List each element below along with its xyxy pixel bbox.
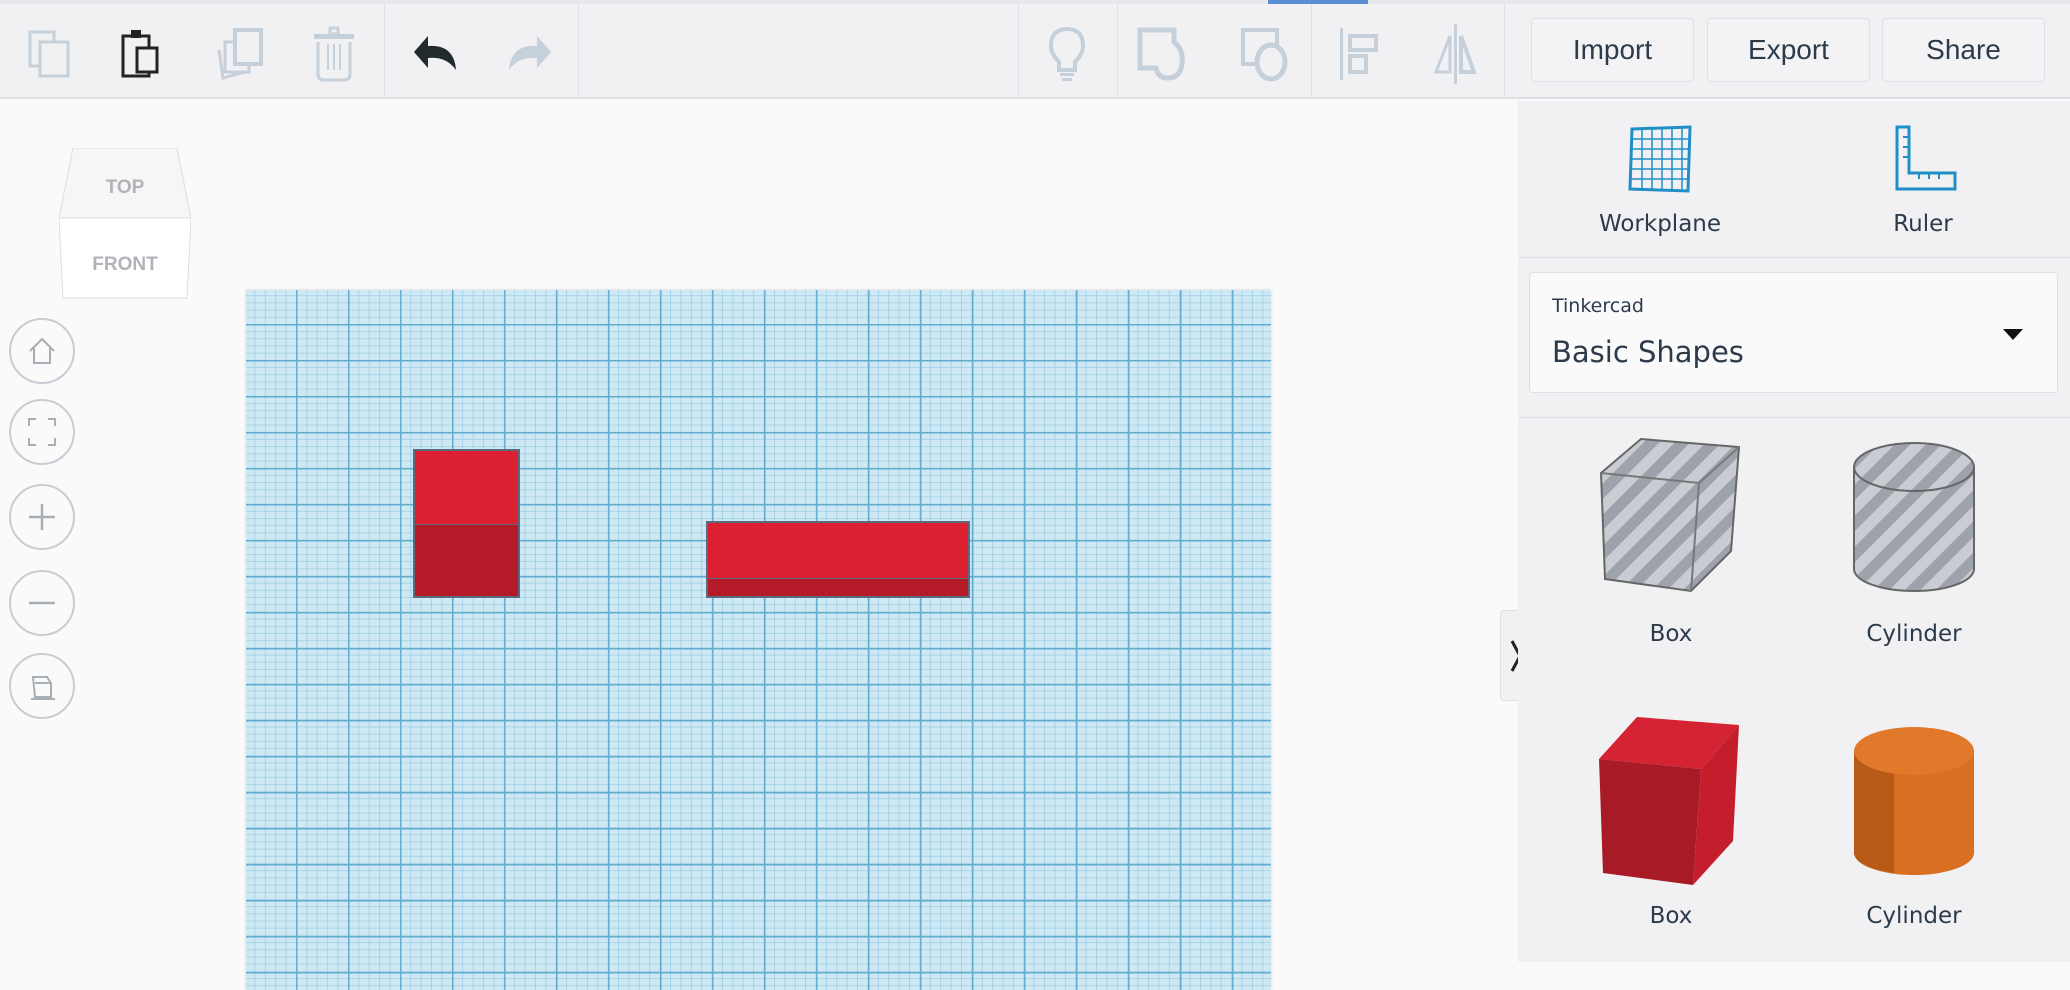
shapes-panel: Workplane Ruler Tinkercad Basic Shapes B… [1518,101,2070,962]
zoom-out-icon [29,601,55,605]
perspective-button[interactable] [9,653,75,719]
view-cube[interactable]: TOP FRONT [58,147,192,301]
zoom-in-button[interactable] [9,484,75,550]
red-box-object[interactable] [413,449,520,598]
library-selected-value: Basic Shapes [1552,335,1744,369]
import-button[interactable]: Import [1531,18,1694,82]
divider [1518,417,2070,418]
perspective-icon [31,676,55,700]
lightbulb-icon[interactable] [1041,26,1093,82]
home-icon [29,337,55,364]
toolbar-divider [578,4,579,99]
delete-icon[interactable] [308,26,360,82]
library-source-label: Tinkercad [1552,295,1644,317]
workplane-tool[interactable]: Workplane [1560,123,1760,237]
workplane-label: Workplane [1598,211,1722,237]
view-cube-top-label[interactable]: TOP [106,177,145,198]
ruler-label: Ruler [1893,211,1953,237]
toolbar-divider [384,4,385,99]
toolbar: Import Export Share [0,4,2070,99]
shape-box[interactable]: Box [1571,715,1771,929]
divider [1518,257,2070,258]
shape-library-dropdown[interactable]: Tinkercad Basic Shapes [1529,272,2058,393]
fit-view-button[interactable] [9,399,75,465]
workplane-icon [1628,125,1692,193]
copy-icon[interactable] [24,26,76,82]
toolbar-divider [1311,4,1312,99]
view-cube-front-label[interactable]: FRONT [92,254,158,275]
cylinder-icon [1854,727,1974,875]
cylinder-hole-icon [1853,442,1975,592]
ungroup-icon[interactable] [1239,26,1291,82]
box-icon [1599,717,1739,885]
shape-cylinder-hole[interactable]: Cylinder [1814,433,2014,647]
caret-down-icon [2003,329,2023,340]
align-icon[interactable] [1334,26,1386,82]
shape-label: Cylinder [1866,903,1962,929]
redo-icon[interactable] [503,26,555,82]
workplane-grid[interactable] [246,290,1271,990]
toolbar-divider [1504,4,1505,99]
toolbar-divider [1117,4,1118,99]
paste-icon[interactable] [115,26,167,82]
duplicate-icon[interactable] [213,26,265,82]
shape-box-hole[interactable]: Box [1571,433,1771,647]
shape-label: Box [1649,621,1693,647]
toolbar-divider [1018,4,1019,99]
zoom-in-icon [29,504,55,530]
shape-label: Cylinder [1866,621,1962,647]
ruler-tool[interactable]: Ruler [1823,123,2023,237]
zoom-out-button[interactable] [9,570,75,636]
export-button[interactable]: Export [1707,18,1870,82]
shape-label: Box [1649,903,1693,929]
box-hole-icon [1599,437,1741,593]
fit-view-icon [28,418,56,446]
red-box-object[interactable] [706,521,970,598]
shape-cylinder[interactable]: Cylinder [1814,715,2014,929]
share-button[interactable]: Share [1882,18,2045,82]
group-icon[interactable] [1136,26,1188,82]
mirror-icon[interactable] [1430,24,1482,84]
undo-icon[interactable] [410,26,462,82]
home-view-button[interactable] [9,318,75,384]
ruler-icon [1895,125,1957,191]
